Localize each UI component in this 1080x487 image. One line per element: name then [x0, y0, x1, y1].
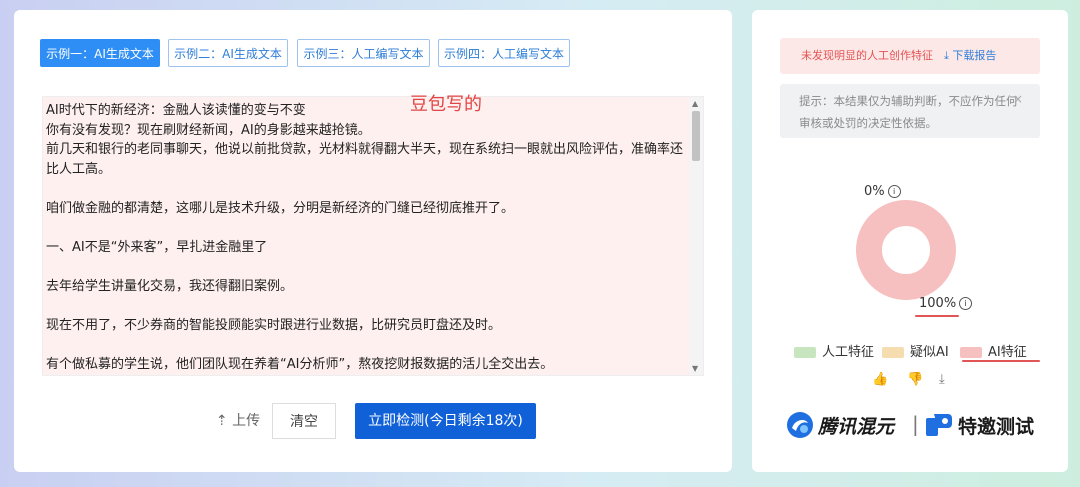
- download-label: 下载报告: [952, 49, 997, 62]
- legend-label-suspected: 疑似AI: [910, 345, 949, 360]
- brand-separator: |: [912, 412, 919, 436]
- legend-item-ai[interactable]: AI特征: [960, 341, 1027, 360]
- tab-example-2[interactable]: 示例二：AI生成文本: [168, 39, 288, 67]
- input-text[interactable]: AI时代下的新经济：金融人该读懂的变与不变 你有没有发现？现在刷财经新闻，AI的…: [46, 101, 686, 374]
- brand-footer: 腾讯混元 | 特邀测试: [786, 408, 1036, 440]
- editor-scrollbar[interactable]: ▲ ▼: [689, 97, 703, 375]
- info-icon[interactable]: i: [959, 297, 973, 310]
- percent-top-label: 0% i: [864, 184, 901, 199]
- scroll-thumb[interactable]: [692, 111, 700, 161]
- legend-item-suspected[interactable]: 疑似AI: [882, 341, 949, 360]
- upload-button[interactable]: ⇡ 上传: [208, 403, 268, 439]
- download-report-link[interactable]: ⤓ 下载报告: [944, 38, 996, 74]
- scroll-down-arrow-icon[interactable]: ▼: [692, 364, 698, 373]
- result-panel: 未发现明显的人工创作特征 ⤓ 下载报告 提示：本结果仅为辅助判断，不应作为任何审…: [752, 10, 1068, 472]
- donut-slice-2[interactable]: [856, 200, 956, 300]
- legend-label-human: 人工特征: [822, 345, 875, 360]
- input-panel: 示例一：AI生成文本 示例二：AI生成文本 示例三：人工编写文本 示例四：人工编…: [14, 10, 732, 472]
- tab-example-1[interactable]: 示例一：AI生成文本: [40, 39, 160, 67]
- upload-label: 上传: [232, 413, 261, 429]
- legend-label-ai: AI特征: [988, 345, 1027, 360]
- legend-swatch-ai: [960, 347, 982, 358]
- legend-swatch-suspected: [882, 347, 904, 358]
- percent-bottom-value: 100%: [919, 296, 957, 311]
- text-input-area[interactable]: AI时代下的新经济：金融人该读懂的变与不变 你有没有发现？现在刷财经新闻，AI的…: [42, 96, 704, 376]
- thumbs-down-icon[interactable]: 👎: [907, 372, 923, 387]
- download-icon[interactable]: ⤓: [939, 372, 945, 387]
- clear-button[interactable]: 清空: [272, 403, 336, 439]
- result-alert: 未发现明显的人工创作特征 ⤓ 下载报告: [780, 38, 1040, 74]
- download-icon: ⤓: [944, 49, 949, 62]
- close-icon[interactable]: ×: [1013, 88, 1023, 110]
- highlight-underline: [915, 315, 959, 317]
- legend-item-human[interactable]: 人工特征: [794, 341, 874, 360]
- annotation-label: 豆包写的: [410, 94, 482, 115]
- upload-icon: ⇡: [215, 413, 228, 429]
- brand-invite-text: 特邀测试: [958, 416, 1035, 438]
- brand-hunyuan-text: 腾讯混元: [818, 416, 895, 438]
- percent-top-value: 0%: [864, 184, 885, 199]
- thumbs-up-icon[interactable]: 👍: [872, 372, 888, 387]
- alert-text: 未发现明显的人工创作特征: [801, 49, 933, 62]
- result-donut-chart: [856, 200, 956, 300]
- tab-example-3[interactable]: 示例三：人工编写文本: [297, 39, 430, 67]
- hunyuan-logo-icon: [787, 412, 813, 438]
- highlight-underline: [962, 360, 1040, 362]
- invite-logo-icon: [926, 414, 952, 436]
- disclaimer-notice: 提示：本结果仅为辅助判断，不应作为任何审核或处罚的决定性依据。 ×: [780, 84, 1040, 138]
- tab-example-4[interactable]: 示例四：人工编写文本: [438, 39, 570, 67]
- percent-bottom-label: 100% i: [919, 296, 973, 311]
- scroll-up-arrow-icon[interactable]: ▲: [692, 99, 698, 108]
- legend-swatch-human: [794, 347, 816, 358]
- notice-text: 提示：本结果仅为辅助判断，不应作为任何审核或处罚的决定性依据。: [799, 94, 1018, 130]
- detect-button[interactable]: 立即检测(今日剩余18次): [355, 403, 536, 439]
- info-icon[interactable]: i: [887, 185, 901, 198]
